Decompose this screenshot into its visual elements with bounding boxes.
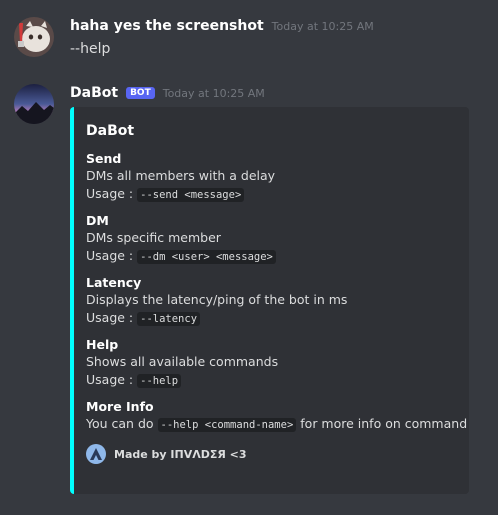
field-usage: Usage : --send <message>: [86, 185, 459, 204]
footer-text: Made by IПVΛDΣЯ <3: [114, 447, 247, 461]
field-name: Latency: [86, 275, 142, 290]
embed-title: DaBot: [86, 123, 135, 139]
usage-code: --dm <user> <message>: [137, 250, 276, 264]
usage-label: Usage :: [86, 248, 134, 263]
timestamp: Today at 10:25 AM: [271, 20, 374, 33]
timestamp: Today at 10:25 AM: [162, 87, 265, 100]
bot-badge: BOT: [126, 87, 155, 99]
user-avatar[interactable]: [14, 17, 54, 57]
field-description: Displays the latency/ping of the bot in …: [86, 292, 348, 307]
more-info-prefix: You can do: [86, 416, 154, 431]
field-send: Send DMs all members with a delay Usage …: [86, 150, 459, 204]
field-description: DMs specific member: [86, 230, 221, 245]
field-description: DMs all members with a delay: [86, 168, 276, 183]
field-more-info: More Info You can do --help <command-nam…: [86, 398, 467, 434]
embed-footer: Made by IПVΛDΣЯ <3: [86, 444, 459, 464]
username[interactable]: haha yes the screenshot: [70, 18, 264, 34]
field-dm: DM DMs specific member Usage : --dm <use…: [86, 212, 459, 266]
field-name: Send: [86, 151, 122, 166]
usage-code: --latency: [137, 312, 201, 326]
field-description: Shows all available commands: [86, 354, 279, 369]
embed-card: DaBot Send DMs all members with a delay …: [70, 107, 469, 494]
field-latency: Latency Displays the latency/ping of the…: [86, 274, 459, 328]
field-usage: Usage : --latency: [86, 309, 459, 328]
field-name: DM: [86, 213, 109, 228]
field-name: More Info: [86, 399, 154, 414]
usage-label: Usage :: [86, 186, 134, 201]
usage-label: Usage :: [86, 372, 134, 387]
usage-code: --help: [137, 374, 182, 388]
usage-code: --send <message>: [137, 188, 245, 202]
triangle-logo-icon: [86, 444, 106, 464]
field-description: You can do --help <command-name> for mor…: [86, 415, 467, 434]
more-info-suffix: for more info on command: [300, 416, 468, 431]
bot-username[interactable]: DaBot: [70, 85, 118, 101]
bot-avatar[interactable]: [14, 84, 54, 124]
field-help: Help Shows all available commands Usage …: [86, 336, 459, 390]
usage-label: Usage :: [86, 310, 134, 325]
message-text: --help: [70, 41, 111, 57]
field-usage: Usage : --help: [86, 371, 459, 390]
field-name: Help: [86, 337, 119, 352]
field-usage: Usage : --dm <user> <message>: [86, 247, 459, 266]
more-info-code: --help <command-name>: [157, 418, 297, 432]
